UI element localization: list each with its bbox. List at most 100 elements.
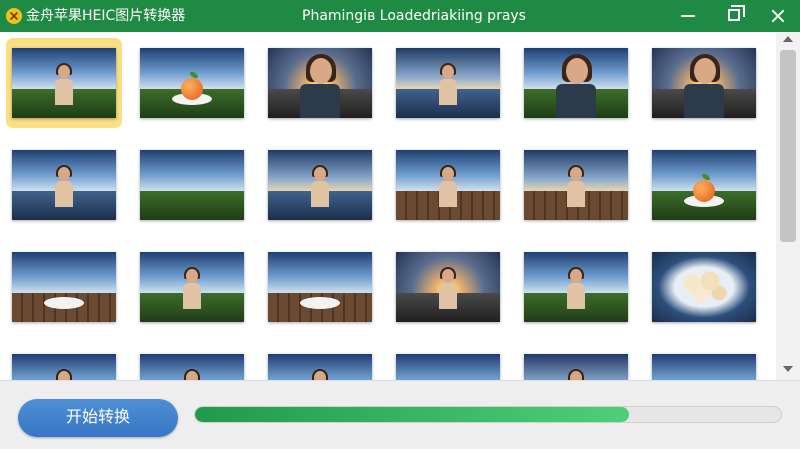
- thumbnail-item[interactable]: [138, 42, 246, 124]
- person-body: [439, 181, 457, 208]
- thumbnail-item[interactable]: [650, 246, 758, 328]
- person-head: [58, 65, 70, 80]
- person-head: [442, 269, 454, 284]
- person-head: [442, 167, 454, 182]
- fruit-shape: [693, 173, 715, 202]
- thumbnail-grid-area[interactable]: [0, 32, 776, 380]
- thumbnail-image: [140, 354, 244, 380]
- vertical-scrollbar[interactable]: [776, 32, 800, 380]
- person-head: [186, 269, 198, 284]
- thumbnail-item[interactable]: [650, 348, 758, 380]
- person-head: [186, 371, 198, 380]
- thumbnail-item[interactable]: [266, 246, 374, 328]
- thumbnail-item[interactable]: [266, 42, 374, 124]
- person-head: [694, 58, 716, 84]
- thumbnail-item[interactable]: [266, 348, 374, 380]
- thumbnail-sky: [12, 252, 116, 293]
- thumbnail-image: [524, 252, 628, 322]
- person-head: [310, 58, 332, 84]
- thumbnail-image: [396, 354, 500, 380]
- thumbnail-item[interactable]: [266, 144, 374, 226]
- thumbnail-image: [652, 354, 756, 380]
- bottom-toolbar: 开始转换: [0, 380, 800, 449]
- person-head: [314, 371, 326, 380]
- thumbnail-image: [652, 48, 756, 118]
- person-figure: [439, 267, 457, 310]
- person-head: [570, 269, 582, 284]
- thumbnail-item[interactable]: [650, 42, 758, 124]
- title-bar[interactable]: 金舟苹果HEIC图片转换器 Phamingів Loadedriakiing p…: [0, 0, 800, 32]
- thumbnail-image: [268, 48, 372, 118]
- thumbnail-item[interactable]: [394, 144, 502, 226]
- thumbnail-item[interactable]: [522, 144, 630, 226]
- person-figure: [439, 165, 457, 208]
- person-head: [58, 371, 70, 380]
- thumbnail-item[interactable]: [650, 144, 758, 226]
- person-body: [439, 79, 457, 106]
- person-figure: [300, 54, 340, 118]
- thumbnail-image: [140, 150, 244, 220]
- thumbnail-item[interactable]: [138, 348, 246, 380]
- thumbnail-image: [12, 150, 116, 220]
- start-convert-button[interactable]: 开始转换: [18, 399, 178, 437]
- person-figure: [567, 165, 585, 208]
- person-body: [439, 283, 457, 310]
- thumbnail-image: [396, 150, 500, 220]
- close-button[interactable]: [758, 0, 798, 32]
- thumbnail-item[interactable]: [10, 144, 118, 226]
- maximize-button[interactable]: [714, 0, 754, 32]
- flowers-shape: [674, 267, 734, 307]
- close-icon: [770, 8, 786, 24]
- person-figure: [684, 54, 724, 118]
- minimize-button[interactable]: [668, 0, 708, 32]
- minimize-icon: [681, 15, 695, 17]
- person-figure: [556, 54, 596, 118]
- thumbnail-item[interactable]: [10, 42, 118, 124]
- thumbnail-image: [524, 150, 628, 220]
- person-head: [566, 58, 588, 84]
- thumbnail-image: [268, 354, 372, 380]
- thumbnail-item[interactable]: [138, 144, 246, 226]
- person-body: [684, 84, 724, 118]
- thumbnail-item[interactable]: [10, 348, 118, 380]
- person-head: [570, 167, 582, 182]
- thumbnail-ground: [140, 190, 244, 220]
- progress-bar: [194, 406, 782, 423]
- thumbnail-item[interactable]: [394, 246, 502, 328]
- thumbnail-item[interactable]: [138, 246, 246, 328]
- scroll-up-arrow-icon[interactable]: [783, 36, 793, 42]
- person-body: [556, 84, 596, 118]
- person-body: [183, 283, 201, 310]
- person-body: [55, 181, 73, 208]
- app-logo-icon: [6, 8, 22, 24]
- person-figure: [183, 369, 201, 380]
- person-body: [567, 181, 585, 208]
- thumbnail-image: [12, 252, 116, 322]
- person-figure: [311, 369, 329, 380]
- person-head: [58, 167, 70, 182]
- thumbnail-item[interactable]: [394, 42, 502, 124]
- person-body: [300, 84, 340, 118]
- thumbnail-item[interactable]: [10, 246, 118, 328]
- scroll-down-arrow-icon[interactable]: [783, 366, 793, 372]
- thumbnail-item[interactable]: [394, 348, 502, 380]
- thumbnail-item[interactable]: [522, 246, 630, 328]
- person-head: [314, 167, 326, 182]
- thumbnail-grid: [10, 42, 768, 380]
- person-head: [442, 65, 454, 80]
- person-body: [311, 181, 329, 208]
- person-figure: [55, 165, 73, 208]
- person-figure: [55, 63, 73, 106]
- thumbnail-item[interactable]: [522, 348, 630, 380]
- person-figure: [55, 369, 73, 380]
- thumbnail-item[interactable]: [522, 42, 630, 124]
- thumbnail-image: [268, 150, 372, 220]
- person-body: [55, 79, 73, 106]
- thumbnail-image: [396, 252, 500, 322]
- app-title: 金舟苹果HEIC图片转换器: [26, 8, 186, 24]
- thumbnail-image: [524, 354, 628, 380]
- person-figure: [439, 63, 457, 106]
- scrollbar-thumb[interactable]: [780, 50, 796, 242]
- fruit-shape: [181, 71, 203, 100]
- progress-fill: [195, 407, 629, 422]
